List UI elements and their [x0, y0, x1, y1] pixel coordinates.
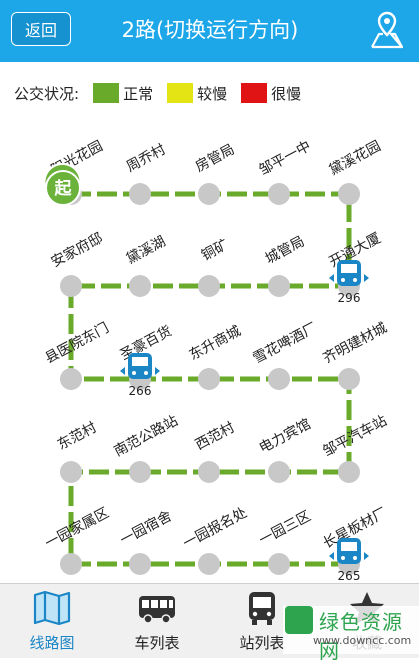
station-dot[interactable]: [268, 461, 290, 483]
station-dot[interactable]: [268, 368, 290, 390]
station-dot[interactable]: [198, 275, 220, 297]
tab-bus-list-label: 车列表: [134, 634, 180, 652]
app-header: 返回 2路(切换运行方向): [0, 0, 419, 62]
tab-route-map-label: 线路图: [29, 634, 75, 652]
station-dot[interactable]: [268, 183, 290, 205]
back-button[interactable]: 返回: [11, 12, 71, 46]
start-marker: 起: [43, 163, 82, 206]
traffic-legend: 公交状况: 正常 较慢 很慢: [14, 82, 315, 104]
station-dot[interactable]: [60, 461, 82, 483]
watermark-logo-icon: [285, 606, 313, 634]
station-label[interactable]: 齐明建材城: [320, 320, 389, 367]
station-label[interactable]: 城管局: [263, 234, 308, 268]
station-dot[interactable]: [129, 275, 151, 297]
station-label[interactable]: 一园家属区: [42, 504, 112, 552]
station-label[interactable]: 东范村: [54, 419, 99, 454]
bus-number: 266: [129, 384, 152, 398]
station-dot[interactable]: [129, 553, 151, 575]
station-dot[interactable]: [60, 553, 82, 575]
station-label[interactable]: 周乔村: [124, 142, 169, 176]
bus-number: 296: [338, 291, 361, 305]
legend-text-slow: 较慢: [197, 84, 228, 103]
watermark-url: www.downcc.com: [313, 634, 412, 647]
tab-bus-list[interactable]: 车列表: [105, 584, 209, 658]
station-dot[interactable]: [129, 183, 151, 205]
legend-swatch-very-slow: [241, 83, 268, 103]
station-label[interactable]: 一园宿舍: [117, 507, 174, 548]
route-map-icon: [33, 590, 71, 626]
station-label[interactable]: 南范公路站: [111, 412, 181, 460]
station-dot[interactable]: [268, 275, 290, 297]
station-label[interactable]: 黛溪湖: [124, 234, 169, 268]
station-label[interactable]: 雪花啤酒厂: [250, 320, 319, 367]
station-dot[interactable]: [338, 183, 360, 205]
route-map: 阳光花园 周乔村 房管局 邹平一中 黛溪花园安家府邸 黛溪湖 铜矿 城管局 开通大厦县医院东门圣…: [42, 138, 390, 583]
legend-label: 公交状况:: [14, 84, 80, 103]
station-label[interactable]: 东升商城: [187, 323, 244, 363]
station-dot[interactable]: [338, 461, 360, 483]
legend-swatch-slow: [167, 83, 194, 103]
station-label[interactable]: 县医院东门: [42, 320, 111, 367]
station-dot[interactable]: [60, 368, 82, 390]
station-dot[interactable]: [268, 553, 290, 575]
tab-route-map[interactable]: 线路图: [0, 584, 104, 658]
station-dot[interactable]: [198, 461, 220, 483]
legend-swatch-normal: [93, 83, 120, 103]
station-dot[interactable]: [198, 183, 220, 205]
station-label[interactable]: 黛溪花园: [327, 138, 384, 178]
route-title[interactable]: 2路(切换运行方向): [90, 14, 330, 44]
station-label[interactable]: 一园报名处: [180, 505, 249, 552]
station-label[interactable]: 房管局: [193, 142, 238, 176]
bus-icon: [139, 596, 175, 624]
station-dot[interactable]: [129, 461, 151, 483]
station-dot[interactable]: [198, 553, 220, 575]
watermark: 绿色资源网 www.downcc.com: [283, 606, 419, 663]
station-label[interactable]: 安家府邸: [48, 229, 105, 270]
station-dot[interactable]: [338, 368, 360, 390]
legend-text-very-slow: 很慢: [271, 84, 302, 103]
legend-text-normal: 正常: [123, 84, 154, 103]
station-label[interactable]: 邹平汽车站: [320, 412, 390, 460]
station-label[interactable]: 西范村: [192, 419, 237, 454]
bus-stop-icon: [249, 592, 275, 625]
station-label[interactable]: 铜矿: [199, 237, 231, 264]
bus-number: 265: [338, 569, 361, 583]
station-dot[interactable]: [198, 368, 220, 390]
station-label[interactable]: 邹平一中: [257, 138, 314, 178]
station-label[interactable]: 电力宾馆: [257, 416, 314, 456]
map-location-icon[interactable]: [369, 10, 405, 50]
station-dot[interactable]: [60, 275, 82, 297]
start-label: 起: [54, 178, 73, 199]
station-label[interactable]: 一园三区: [257, 508, 314, 548]
